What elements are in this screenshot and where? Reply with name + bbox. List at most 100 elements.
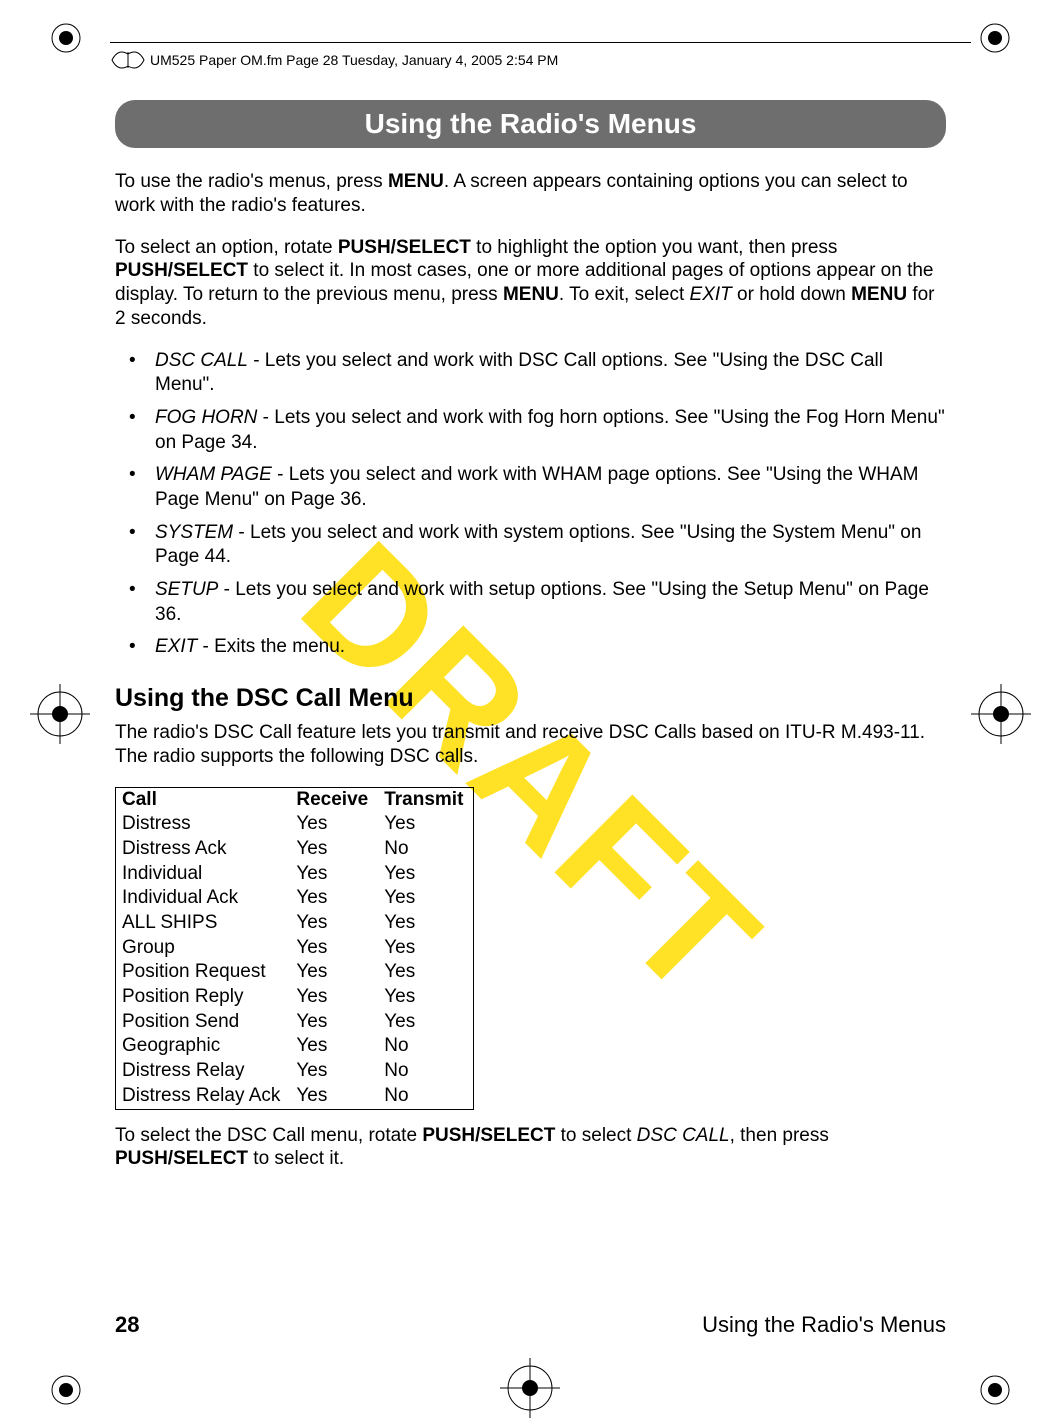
cell: Yes [290,1059,378,1084]
reg-mark-icon [977,20,1013,56]
cell: Yes [378,985,474,1010]
dsc-call-key: DSC CALL [637,1125,730,1146]
dsc-select-paragraph: To select the DSC Call menu, rotate PUSH… [115,1124,946,1172]
reg-mark-icon [48,20,84,56]
cell: Position Request [116,960,291,985]
cell: ALL SHIPS [116,911,291,936]
table-row: GroupYesYes [116,936,474,961]
page-footer: 28 Using the Radio's Menus [115,1312,946,1338]
opt-name: FOG HORN [155,407,257,428]
col-call: Call [116,787,291,812]
header-rule [110,42,971,43]
cell: Yes [290,862,378,887]
table-row: Distress RelayYesNo [116,1059,474,1084]
opt-name: SYSTEM [155,522,233,543]
list-item: SYSTEM - Lets you select and work with s… [115,521,946,570]
list-item: DSC CALL - Lets you select and work with… [115,349,946,398]
cell: Position Reply [116,985,291,1010]
table-row: Position RequestYesYes [116,960,474,985]
cell: Geographic [116,1034,291,1059]
text: to select [555,1125,636,1146]
crop-mark-icon [500,1358,560,1418]
cell: Yes [290,886,378,911]
page-title: Using the Radio's Menus [115,100,946,148]
opt-name: DSC CALL [155,350,248,371]
push-select-key: PUSH/SELECT [115,260,248,281]
cell: No [378,837,474,862]
menu-key: MENU [503,284,559,305]
cell: Yes [290,837,378,862]
table-row: Position SendYesYes [116,1010,474,1035]
col-receive: Receive [290,787,378,812]
cell: Group [116,936,291,961]
crop-mark-icon [30,684,90,744]
col-transmit: Transmit [378,787,474,812]
exit-key: EXIT [690,284,732,305]
cell: Yes [290,960,378,985]
cell: No [378,1084,474,1109]
cell: Distress Relay Ack [116,1084,291,1109]
cell: Position Send [116,1010,291,1035]
header-meta: UM525 Paper OM.fm Page 28 Tuesday, Janua… [150,52,558,68]
section-heading: Using the DSC Call Menu [115,684,946,713]
reg-mark-icon [977,1372,1013,1408]
cell: Yes [378,1010,474,1035]
cell: Yes [290,1084,378,1109]
crop-mark-icon [971,684,1031,744]
text: To select an option, rotate [115,237,338,258]
cell: Yes [378,960,474,985]
opt-name: WHAM PAGE [155,464,272,485]
opt-desc: - Lets you select and work with DSC Call… [155,350,883,396]
push-select-key: PUSH/SELECT [422,1125,555,1146]
text: or hold down [732,284,851,305]
cell: No [378,1034,474,1059]
intro-paragraph-1: To use the radio's menus, press MENU. A … [115,170,946,218]
opt-name: SETUP [155,579,218,600]
cell: Yes [290,1010,378,1035]
opt-desc: - Lets you select and work with fog horn… [155,407,945,453]
table-row: Position ReplyYesYes [116,985,474,1010]
cell: Yes [290,1034,378,1059]
text: to select it. [248,1148,344,1169]
table-row: Distress AckYesNo [116,837,474,862]
text: To use the radio's menus, press [115,171,388,192]
opt-desc: - Lets you select and work with system o… [155,522,921,568]
menu-key: MENU [851,284,907,305]
dsc-calls-table: Call Receive Transmit DistressYesYes Dis… [115,787,474,1110]
text: , then press [730,1125,829,1146]
cell: Individual Ack [116,886,291,911]
page-body: Using the Radio's Menus To use the radio… [115,100,946,1338]
cell: Yes [290,911,378,936]
table-row: Individual AckYesYes [116,886,474,911]
table-row: GeographicYesNo [116,1034,474,1059]
reg-mark-icon [48,1372,84,1408]
cell: Distress Ack [116,837,291,862]
text: To select the DSC Call menu, rotate [115,1125,422,1146]
list-item: SETUP - Lets you select and work with se… [115,578,946,627]
table-header-row: Call Receive Transmit [116,787,474,812]
book-icon [108,40,148,80]
footer-title: Using the Radio's Menus [702,1312,946,1338]
table-row: ALL SHIPSYesYes [116,911,474,936]
table-row: IndividualYesYes [116,862,474,887]
table-row: Distress Relay AckYesNo [116,1084,474,1109]
page-number: 28 [115,1312,139,1338]
table-row: DistressYesYes [116,812,474,837]
dsc-paragraph: The radio's DSC Call feature lets you tr… [115,721,946,769]
opt-name: EXIT [155,636,197,657]
cell: Yes [290,812,378,837]
cell: Yes [378,812,474,837]
intro-paragraph-2: To select an option, rotate PUSH/SELECT … [115,236,946,331]
push-select-key: PUSH/SELECT [115,1148,248,1169]
cell: Distress [116,812,291,837]
list-item: WHAM PAGE - Lets you select and work wit… [115,463,946,512]
list-item: EXIT - Exits the menu. [115,635,946,660]
push-select-key: PUSH/SELECT [338,237,471,258]
opt-desc: - Lets you select and work with setup op… [155,579,929,625]
menu-key: MENU [388,171,444,192]
cell: Yes [290,985,378,1010]
cell: Individual [116,862,291,887]
cell: Yes [378,936,474,961]
cell: Distress Relay [116,1059,291,1084]
menu-options-list: DSC CALL - Lets you select and work with… [115,349,946,661]
